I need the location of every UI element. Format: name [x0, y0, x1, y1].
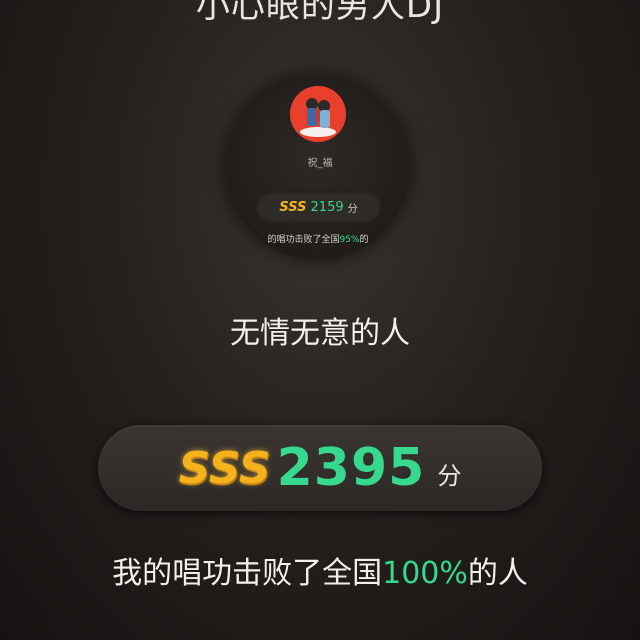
result-score-unit: 分 — [437, 461, 462, 490]
beat-percent: 100% — [382, 556, 468, 591]
sss-badge-icon: SSS — [178, 442, 271, 494]
small-score-value: 2159 — [310, 199, 344, 215]
beat-prefix: 我的唱功击败了全国 — [112, 556, 383, 591]
result-score-pill: SSS 2395 分 — [98, 425, 542, 511]
small-beat-text: 的唱功击败了全国95%的 — [238, 232, 398, 245]
small-score-unit: 分 — [347, 203, 358, 215]
beat-suffix: 的人 — [467, 556, 528, 591]
result-beat-text: 我的唱功击败了全国100%的人 — [0, 548, 640, 592]
result-score-value: 2395 — [276, 438, 426, 498]
singer-name: 祝_福 — [307, 158, 333, 169]
small-score-pill: SSS 2159 分 — [255, 191, 382, 223]
lyric-line: 无情无意的人 — [230, 316, 410, 351]
song-title: 小心眼的男人DJ — [195, 0, 445, 26]
small-beat-prefix: 的唱功击败了全国 — [267, 235, 340, 245]
small-beat-percent: 95% — [339, 235, 360, 245]
couple-avatar-icon[interactable] — [290, 86, 346, 142]
small-sss-badge-icon: SSS — [279, 199, 307, 215]
small-beat-suffix: 的 — [359, 235, 369, 245]
